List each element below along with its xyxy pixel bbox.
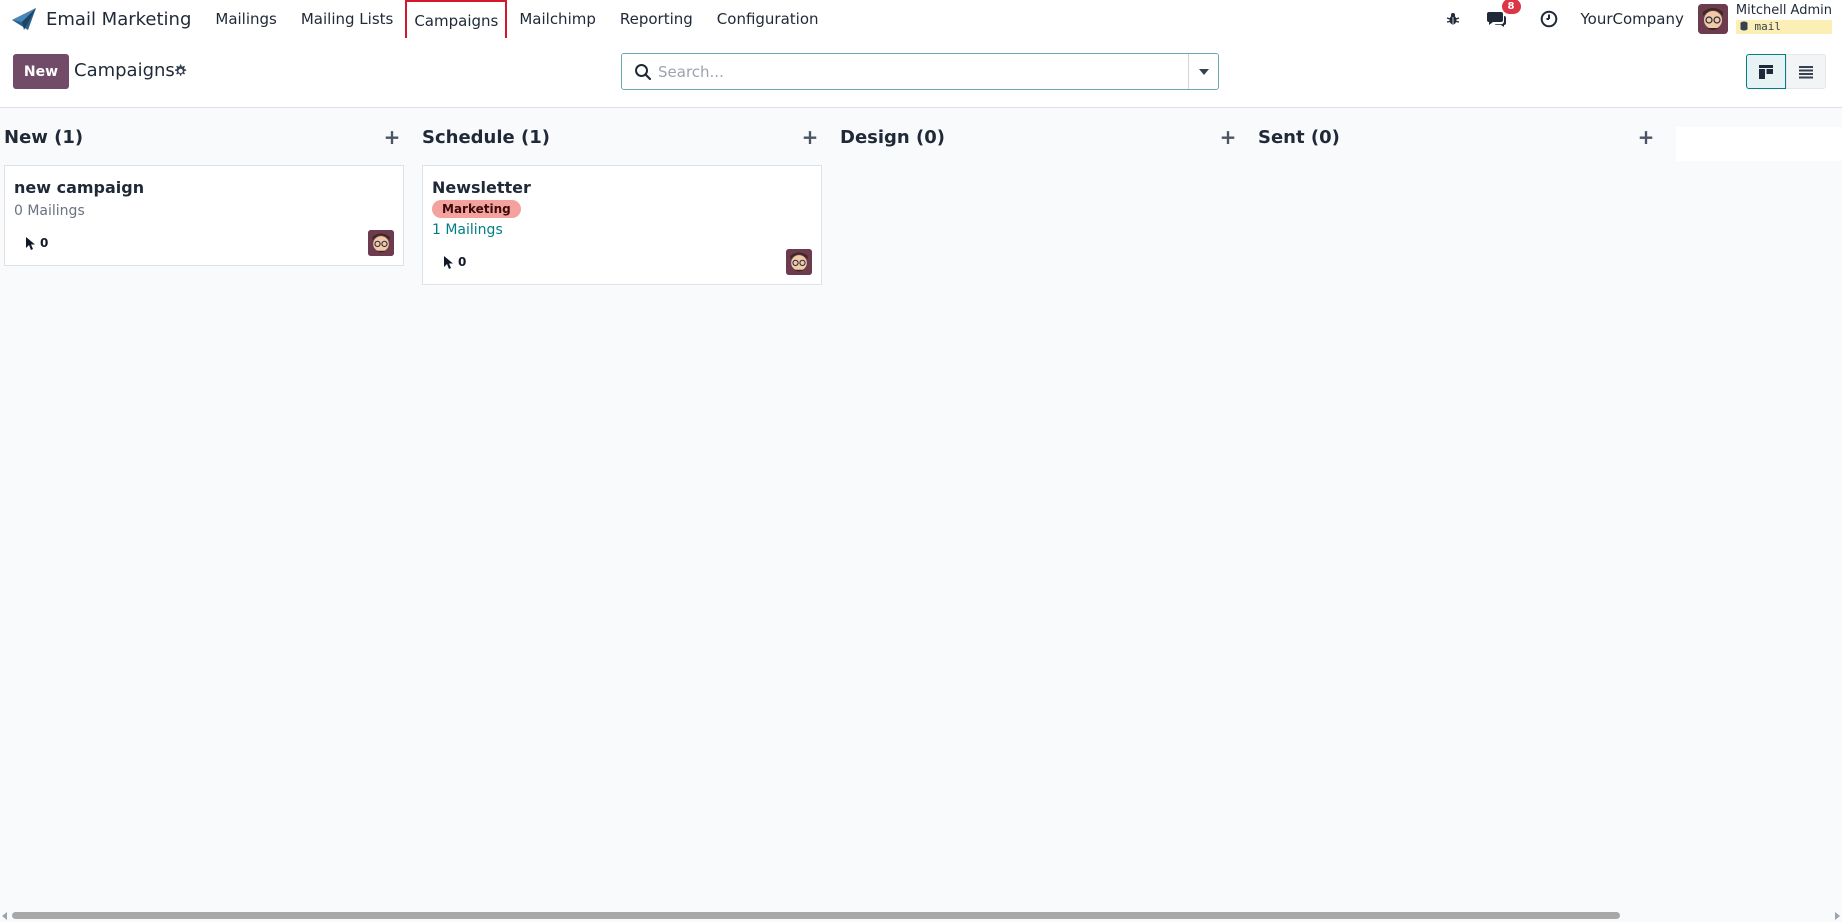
mouse-pointer-icon — [26, 236, 35, 250]
tag-marketing: Marketing — [432, 200, 521, 218]
menu-mailings[interactable]: Mailings — [203, 0, 288, 38]
brand[interactable]: Email Marketing — [10, 6, 203, 32]
new-button[interactable]: New — [13, 54, 69, 89]
menu-mailing-lists[interactable]: Mailing Lists — [289, 0, 405, 38]
card-clicks: 0 — [26, 236, 48, 250]
list-icon — [1799, 65, 1813, 78]
database-name-text: mail — [1754, 20, 1782, 34]
column-header: New (1) + — [0, 109, 404, 165]
user-menu[interactable]: Mitchell Admin mail — [1735, 2, 1832, 35]
navbar-systray: 8 YourCompany Mitchell Admin mail — [1433, 0, 1842, 38]
clicks-count: 0 — [40, 236, 49, 250]
caret-down-icon — [1198, 68, 1209, 75]
column-title[interactable]: Schedule (1) — [422, 127, 550, 148]
column-header: Sent (0) + — [1254, 109, 1658, 165]
kanban-column-sent: Sent (0) + — [1254, 109, 1658, 165]
kanban-column-schedule: Schedule (1) + Newsletter Marketing 1 Ma… — [418, 109, 822, 285]
top-navbar: Email Marketing Mailings Mailing Lists C… — [0, 0, 1842, 42]
kanban-card[interactable]: Newsletter Marketing 1 Mailings 0 — [422, 165, 822, 285]
add-column-area[interactable] — [1676, 127, 1842, 161]
card-footer: 0 — [432, 248, 812, 276]
company-switcher[interactable]: YourCompany — [1581, 10, 1684, 28]
kanban-card[interactable]: new campaign 0 Mailings 0 — [4, 165, 404, 266]
scrollbar-thumb[interactable] — [12, 912, 1620, 919]
quick-create-plus-icon[interactable]: + — [1634, 125, 1658, 149]
kanban-column-design: Design (0) + — [836, 109, 1240, 165]
responsible-avatar[interactable] — [786, 249, 812, 275]
paper-plane-icon — [12, 8, 36, 30]
control-panel: New Campaigns — [0, 38, 1842, 108]
quick-create-plus-icon[interactable]: + — [798, 125, 822, 149]
kanban-board: New (1) + new campaign 0 Mailings 0 Sche… — [0, 109, 1842, 909]
list-view-button[interactable] — [1786, 54, 1826, 89]
app-name: Email Marketing — [46, 8, 192, 30]
kanban-column-new: New (1) + new campaign 0 Mailings 0 — [0, 109, 404, 266]
clicks-count: 0 — [458, 255, 467, 269]
card-footer: 0 — [14, 229, 394, 257]
database-name: mail — [1735, 20, 1832, 35]
search-options-toggle[interactable] — [1188, 54, 1218, 89]
card-mailings-count: 0 Mailings — [14, 203, 85, 219]
card-title: new campaign — [14, 178, 145, 197]
quick-create-plus-icon[interactable]: + — [1216, 125, 1240, 149]
quick-create-plus-icon[interactable]: + — [380, 125, 404, 149]
responsible-avatar[interactable] — [368, 230, 394, 256]
menu-reporting[interactable]: Reporting — [608, 0, 705, 38]
messages-badge: 8 — [1501, 0, 1521, 14]
scroll-right-arrow-icon[interactable] — [1835, 912, 1840, 920]
search-bar — [621, 53, 1219, 90]
column-title[interactable]: New (1) — [4, 127, 83, 148]
messages-icon[interactable]: 8 — [1485, 0, 1521, 31]
kanban-view-button[interactable] — [1746, 54, 1786, 89]
search-input[interactable] — [658, 55, 1188, 88]
mouse-pointer-icon — [444, 255, 453, 269]
bug-icon[interactable] — [1441, 7, 1465, 31]
horizontal-scrollbar[interactable] — [0, 909, 1842, 922]
page-title: Campaigns — [74, 60, 175, 81]
gear-icon[interactable] — [172, 63, 188, 79]
view-switcher — [1746, 54, 1826, 89]
column-header: Design (0) + — [836, 109, 1240, 165]
column-header: Schedule (1) + — [418, 109, 822, 165]
clock-icon[interactable] — [1537, 7, 1561, 31]
user-avatar[interactable] — [1697, 4, 1728, 34]
database-icon — [1740, 21, 1748, 31]
column-title[interactable]: Design (0) — [840, 127, 945, 148]
scroll-left-arrow-icon[interactable] — [2, 912, 7, 920]
menu-mailchimp[interactable]: Mailchimp — [507, 0, 608, 38]
card-clicks: 0 — [444, 255, 466, 269]
card-mailings-link[interactable]: 1 Mailings — [432, 222, 812, 238]
menu-campaigns[interactable]: Campaigns — [405, 0, 508, 42]
user-name: Mitchell Admin — [1735, 2, 1832, 18]
menu-configuration[interactable]: Configuration — [705, 0, 831, 38]
search-icon — [635, 63, 652, 80]
kanban-icon — [1759, 64, 1773, 79]
main-menu: Mailings Mailing Lists Campaigns Mailchi… — [203, 0, 831, 42]
column-title[interactable]: Sent (0) — [1258, 127, 1340, 148]
card-title: Newsletter — [432, 178, 531, 197]
